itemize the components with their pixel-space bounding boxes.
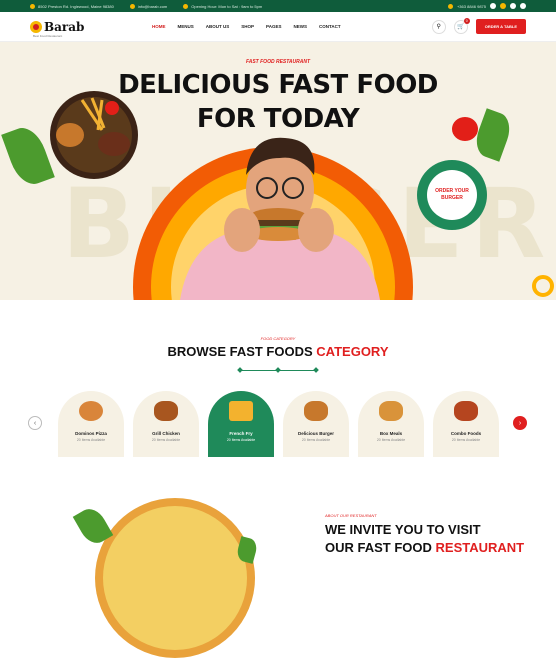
cart-count-badge: 0 — [463, 17, 470, 24]
category-name: Delicious Burger — [297, 431, 334, 436]
hours-text: Opening Hour: Mon to Sat : 9am to 5pm — [191, 3, 263, 9]
category-kicker: FOOD CATEGORY — [260, 336, 296, 341]
category-name: Grill Chicken — [152, 431, 180, 436]
address-item: 8502 Preston Rd. Inglewood, Maine 98380 — [30, 3, 114, 9]
email-item[interactable]: info@barab.com — [129, 3, 167, 9]
invite-title-line2-text: OUR FAST FOOD — [325, 540, 432, 555]
category-card-chicken[interactable]: Grill Chicken 20 Items Available — [133, 391, 199, 457]
category-count: 20 Items Available — [301, 438, 331, 442]
category-count: 20 Items Available — [451, 438, 481, 442]
twitter-icon[interactable] — [500, 3, 506, 9]
address-text: 8502 Preston Rd. Inglewood, Maine 98380 — [38, 3, 114, 9]
pizza-image — [95, 498, 255, 658]
tomato-decoration — [452, 117, 478, 141]
category-name: French Fry — [229, 431, 253, 436]
category-prev-arrow[interactable]: ‹ — [28, 416, 42, 430]
main-header: Barab Best Food Restaurant HOME MENUS AB… — [0, 12, 556, 42]
clock-icon — [183, 3, 189, 9]
category-title-highlight: CATEGORY — [316, 344, 389, 359]
whatsapp-icon[interactable] — [520, 3, 526, 9]
invite-kicker: ABOUT OUR RESTAURANT — [325, 513, 377, 518]
nav-home[interactable]: HOME — [152, 24, 166, 29]
cart-button[interactable]: 🛒 0 — [453, 17, 470, 34]
invite-section: ABOUT OUR RESTAURANT WE INVITE YOU TO VI… — [0, 460, 556, 658]
category-count: 20 Items Available — [376, 438, 406, 442]
category-card-burger[interactable]: Delicious Burger 20 Items Available — [283, 391, 349, 457]
main-nav: HOME MENUS ABOUT US SHOP PAGES NEWS CONT… — [152, 24, 341, 29]
header-actions: ⚲ 🛒 0 ORDER A TABLE — [431, 17, 526, 34]
pizza-topping — [103, 506, 247, 650]
chicken-icon — [154, 401, 178, 421]
invite-title-line1: WE INVITE YOU TO VISIT — [325, 522, 481, 537]
fries-icon — [229, 401, 253, 421]
category-count: 20 Items Available — [226, 438, 256, 442]
linkedin-icon[interactable] — [510, 3, 516, 9]
invite-title-line2: OUR FAST FOOD RESTAURANT — [325, 540, 524, 555]
category-title: BROWSE FAST FOODS CATEGORY — [0, 344, 556, 359]
category-count: 20 Items Available — [151, 438, 181, 442]
mail-icon — [129, 3, 135, 9]
category-card-fries[interactable]: French Fry 20 Items Available — [208, 391, 274, 457]
category-name: Combo Foods — [450, 431, 482, 436]
order-table-button[interactable]: ORDER A TABLE — [475, 19, 526, 34]
hero-kicker: FAST FOOD RESTAURANT — [245, 59, 311, 65]
logo-tagline: Best Food Restaurant — [33, 34, 63, 38]
category-name: Box Meals — [379, 431, 403, 436]
cart-icon: 🛒 — [456, 24, 465, 30]
burger-icon — [304, 401, 328, 421]
hours-item: Opening Hour: Mon to Sat : 9am to 5pm — [183, 3, 263, 9]
logo-text: Barab — [44, 19, 85, 34]
logo[interactable]: Barab — [30, 20, 152, 34]
category-card-pizza[interactable]: Dominos Pizza 20 Items Available — [58, 391, 124, 457]
top-info-bar: 8502 Preston Rd. Inglewood, Maine 98380 … — [0, 0, 556, 12]
nav-about[interactable]: ABOUT US — [206, 24, 230, 29]
title-divider — [237, 367, 319, 373]
invite-title-highlight: RESTAURANT — [435, 540, 525, 555]
phone-text[interactable]: +363 8846 9875 — [457, 4, 486, 9]
box-meal-icon — [379, 401, 403, 421]
combo-icon — [454, 401, 478, 421]
category-count: 20 Items Available — [76, 438, 106, 442]
nav-contact[interactable]: CONTACT — [319, 24, 341, 29]
hero-section: BURGER FAST FOOD RESTAURANT DELICIOUS FA… — [0, 42, 556, 300]
phone-icon — [447, 3, 453, 9]
search-icon: ⚲ — [436, 24, 441, 30]
ring-decoration — [532, 275, 554, 297]
nav-pages[interactable]: PAGES — [266, 24, 281, 29]
logo-icon — [30, 20, 42, 33]
category-title-text: BROWSE FAST FOODS — [167, 344, 313, 359]
hero-person-image — [180, 137, 380, 300]
nav-news[interactable]: NEWS — [293, 24, 307, 29]
email-text[interactable]: info@barab.com — [138, 4, 167, 9]
nav-menus[interactable]: MENUS — [178, 24, 194, 29]
order-burger-label[interactable]: ORDER YOUR BURGER — [427, 170, 477, 220]
category-name: Dominos Pizza — [75, 431, 107, 436]
topbar-right: +363 8846 9875 — [447, 3, 526, 9]
category-card-combo[interactable]: Combo Foods 20 Items Available — [433, 391, 499, 457]
search-button[interactable]: ⚲ — [431, 19, 446, 34]
category-card-box-meals[interactable]: Box Meals 20 Items Available — [358, 391, 424, 457]
category-section: FOOD CATEGORY BROWSE FAST FOODS CATEGORY… — [0, 300, 556, 460]
location-icon — [30, 3, 35, 9]
order-burger-badge[interactable]: ORDER YOUR BURGER — [417, 160, 487, 230]
facebook-icon[interactable] — [490, 3, 496, 9]
category-next-arrow[interactable]: › — [513, 416, 527, 430]
pizza-icon — [79, 401, 103, 421]
nav-shop[interactable]: SHOP — [241, 24, 254, 29]
category-carousel: Dominos Pizza 20 Items Available Grill C… — [58, 391, 499, 457]
